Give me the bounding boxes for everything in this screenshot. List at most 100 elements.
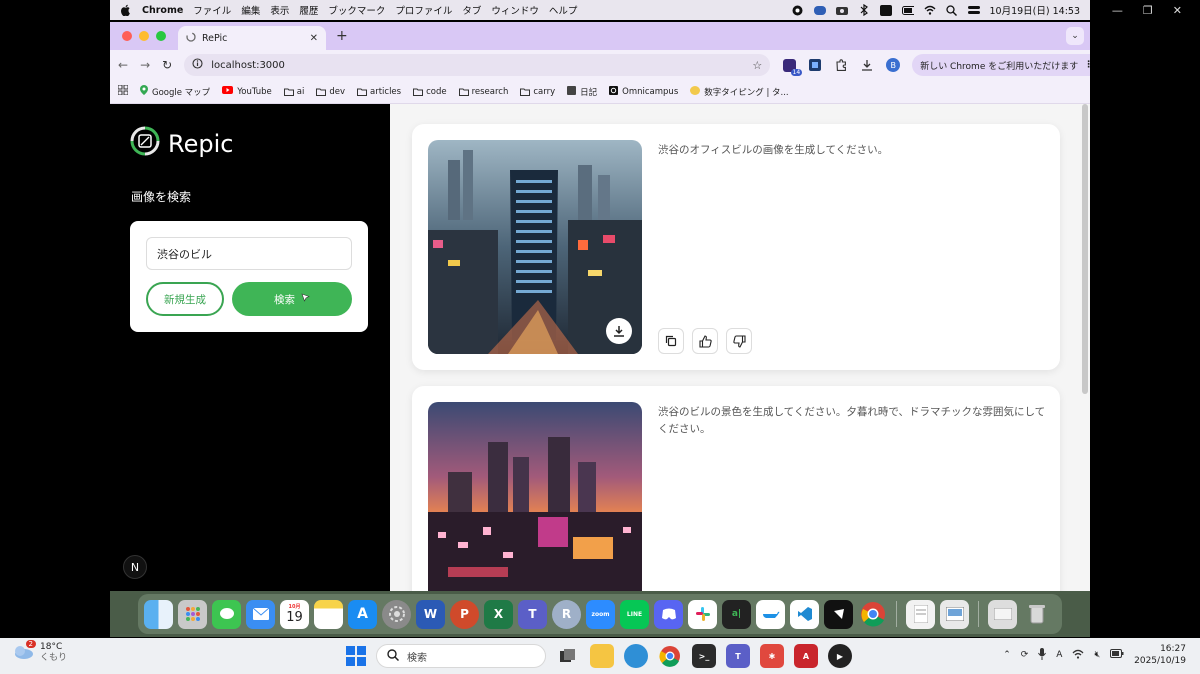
zoom-icon[interactable]: zoom: [586, 599, 615, 629]
menu-bookmarks[interactable]: ブックマーク: [328, 3, 385, 17]
slack-icon[interactable]: [688, 599, 717, 629]
bookmark-ai[interactable]: ai: [283, 87, 304, 97]
input-method-icon[interactable]: [879, 4, 892, 16]
media-player-icon[interactable]: ▶: [828, 644, 852, 668]
address-bar[interactable]: localhost:3000 ☆: [184, 54, 771, 76]
preview-icon[interactable]: [940, 599, 969, 629]
bookmark-research[interactable]: research: [458, 87, 508, 97]
ime-icon[interactable]: A: [1056, 650, 1062, 660]
profile-avatar[interactable]: B: [886, 58, 901, 72]
bookmark-omnicampus[interactable]: Omnicampus: [609, 85, 678, 98]
bookmark-dev[interactable]: dev: [316, 87, 345, 97]
chrome-taskbar-icon[interactable]: [658, 644, 682, 668]
terminal-icon[interactable]: a|: [722, 599, 751, 629]
taskbar-clock[interactable]: 16:27 2025/10/19: [1134, 643, 1186, 667]
launchpad-icon[interactable]: [178, 599, 207, 629]
thumbs-up-button[interactable]: [692, 328, 718, 354]
acrobat-icon[interactable]: A: [794, 644, 818, 668]
thumbs-down-button[interactable]: [726, 328, 752, 354]
bookmark-code[interactable]: code: [413, 87, 447, 97]
zoom-window-button[interactable]: [156, 31, 166, 41]
menu-help[interactable]: ヘルプ: [549, 3, 578, 17]
control-center-icon[interactable]: [967, 4, 980, 16]
minimize-icon[interactable]: —: [1112, 4, 1123, 17]
menu-profiles[interactable]: プロファイル: [395, 3, 452, 17]
app-store-icon[interactable]: A: [348, 599, 377, 629]
extension-badge-icon[interactable]: 14: [782, 58, 803, 76]
menu-file[interactable]: ファイル: [193, 3, 231, 17]
scrollbar[interactable]: [1082, 104, 1088, 394]
restore-icon[interactable]: ❐: [1143, 4, 1153, 17]
powerpoint-icon[interactable]: P: [450, 599, 479, 629]
menu-edit[interactable]: 編集: [241, 3, 260, 17]
weather-widget[interactable]: 2 18°C くもり: [12, 639, 67, 664]
tab-repic[interactable]: RePic ✕: [178, 26, 326, 50]
minimize-window-button[interactable]: [139, 31, 149, 41]
bookmark-diary[interactable]: 日記: [567, 85, 597, 98]
close-window-button[interactable]: [122, 31, 132, 41]
bookmark-typing[interactable]: 数字タイピング | タ...: [690, 85, 789, 98]
back-icon[interactable]: ←: [118, 58, 128, 72]
word-icon[interactable]: W: [416, 599, 445, 629]
line-icon[interactable]: LINE: [620, 599, 649, 629]
file-explorer-icon[interactable]: [590, 644, 614, 668]
battery-tray-icon[interactable]: [1110, 649, 1124, 661]
tab-search-button[interactable]: ⌄: [1066, 27, 1084, 45]
microphone-icon[interactable]: [1038, 647, 1047, 663]
edge-icon[interactable]: [624, 644, 648, 668]
docker-icon[interactable]: [756, 599, 785, 629]
site-info-icon[interactable]: [192, 58, 203, 72]
windows-start-icon[interactable]: [346, 646, 366, 666]
menu-view[interactable]: 表示: [270, 3, 289, 17]
mail-icon[interactable]: [246, 599, 275, 629]
copy-button[interactable]: [658, 328, 684, 354]
search-input[interactable]: [146, 237, 352, 270]
nextjs-badge[interactable]: N: [123, 555, 147, 579]
terminal-taskbar-icon[interactable]: >_: [692, 644, 716, 668]
forward-icon[interactable]: →: [140, 58, 150, 72]
search-button[interactable]: 検索: [232, 282, 352, 316]
excel-icon[interactable]: X: [484, 599, 513, 629]
bookmark-google-maps[interactable]: Google マップ: [140, 85, 210, 98]
app-status-icon[interactable]: [813, 4, 826, 16]
camera-icon[interactable]: [835, 4, 848, 16]
wifi-icon[interactable]: [924, 4, 936, 16]
new-tab-button[interactable]: +: [336, 28, 348, 44]
bookmark-star-icon[interactable]: ☆: [752, 59, 762, 72]
puzzle-icon[interactable]: [834, 58, 848, 72]
bookmark-articles[interactable]: articles: [357, 87, 401, 97]
generated-image-shibuya-dusk[interactable]: [428, 402, 642, 591]
app-taskbar-icon[interactable]: ✱: [760, 644, 784, 668]
repic-logo[interactable]: Repic: [130, 126, 233, 162]
new-generate-button[interactable]: 新規生成: [146, 282, 224, 316]
spotlight-icon[interactable]: [946, 4, 958, 16]
menu-window[interactable]: ウィンドウ: [491, 3, 539, 17]
network-icon[interactable]: [1072, 649, 1084, 662]
apps-grid-icon[interactable]: [117, 84, 129, 98]
r-app-icon[interactable]: R: [552, 599, 581, 629]
messages-icon[interactable]: [212, 599, 241, 629]
close-icon[interactable]: ✕: [1173, 4, 1182, 17]
download-image-button[interactable]: [606, 318, 632, 344]
record-icon[interactable]: [792, 4, 804, 16]
generated-image-office-building[interactable]: [428, 140, 642, 354]
menu-history[interactable]: 履歴: [299, 3, 318, 17]
trash-icon[interactable]: [1022, 600, 1051, 629]
menu-tab[interactable]: タブ: [462, 3, 481, 17]
chevron-up-icon[interactable]: ⌃: [1003, 650, 1011, 660]
chrome-icon[interactable]: [858, 600, 887, 629]
more-menu-icon[interactable]: ⋮: [1084, 60, 1090, 70]
bluetooth-icon[interactable]: [858, 4, 870, 16]
apple-icon[interactable]: [120, 4, 132, 16]
extension-icon[interactable]: [808, 58, 822, 72]
menu-app-name[interactable]: Chrome: [142, 5, 183, 16]
calendar-icon[interactable]: 10月 19: [280, 599, 309, 629]
textedit-icon[interactable]: [906, 599, 935, 629]
chrome-update-button[interactable]: 新しい Chrome をご利用いただけます ⋮: [912, 54, 1090, 76]
discord-icon[interactable]: [654, 599, 683, 629]
menubar-clock[interactable]: 10月19日(日) 14:53: [990, 3, 1081, 17]
volume-muted-icon[interactable]: 🔇︎: [1094, 650, 1100, 660]
cursor-icon[interactable]: [824, 599, 853, 629]
vscode-icon[interactable]: [790, 599, 819, 629]
sync-icon[interactable]: ⟳: [1021, 650, 1029, 660]
